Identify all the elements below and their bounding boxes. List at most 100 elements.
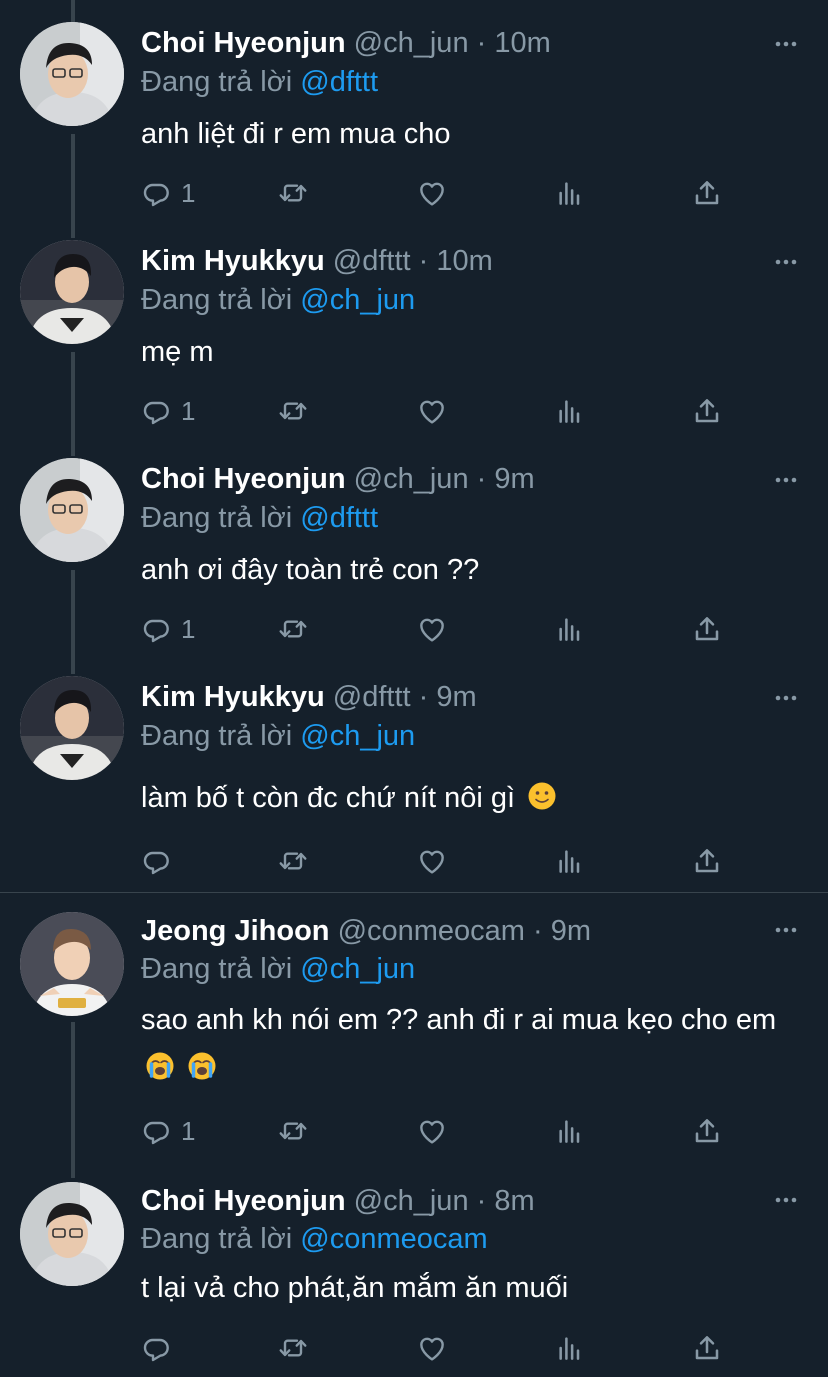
tweet[interactable]: Jeong Jihoon @conmeocam · 9m Đang trả lờ… <box>0 906 828 1164</box>
replying-to-label: Đang trả lời <box>141 502 301 534</box>
tweet[interactable]: Kim Hyukkyu @dfttt · 9m Đang trả lời @ch… <box>0 654 828 892</box>
display-name[interactable]: Choi Hyeonjun <box>141 27 346 59</box>
replying-to-label: Đang trả lời <box>141 1223 301 1255</box>
mention-link[interactable]: @ch_jun <box>300 953 415 985</box>
timestamp[interactable]: 9m <box>551 915 591 947</box>
share-button[interactable] <box>691 841 723 881</box>
like-button[interactable] <box>416 1328 448 1368</box>
reply-count: 1 <box>181 613 196 644</box>
share-button[interactable] <box>691 609 723 649</box>
analytics-button[interactable] <box>554 173 586 213</box>
handle[interactable]: @ch_jun <box>354 463 469 495</box>
tweet[interactable]: Choi Hyeonjun @ch_jun · 9m Đang trả lời … <box>0 436 828 654</box>
replying-to: Đang trả lời @ch_jun <box>141 949 415 989</box>
share-button[interactable] <box>691 173 723 213</box>
tweet-text: sao anh kh nói em ?? anh đi r ai mua kẹo… <box>141 996 811 1092</box>
replying-to: Đang trả lời @dfttt <box>141 498 378 538</box>
tweet-header: Choi Hyeonjun @ch_jun · 10m <box>141 23 551 63</box>
more-options-icon[interactable] <box>774 258 798 266</box>
more-options-icon[interactable] <box>774 694 798 702</box>
reply-icon <box>141 1115 173 1147</box>
reply-button[interactable] <box>141 841 173 881</box>
share-icon <box>691 845 723 877</box>
replying-to-label: Đang trả lời <box>141 720 301 752</box>
retweet-button[interactable] <box>277 173 309 213</box>
retweet-icon <box>277 845 309 877</box>
slightly-smiling-face-icon <box>527 781 557 811</box>
share-icon <box>691 613 723 645</box>
tweet-text: mẹ m <box>141 336 214 368</box>
more-options-icon[interactable] <box>774 1196 798 1204</box>
handle[interactable]: @ch_jun <box>354 1185 469 1217</box>
retweet-button[interactable] <box>277 1111 309 1151</box>
tweet[interactable]: Choi Hyeonjun @ch_jun · 10m Đang trả lời… <box>0 0 828 218</box>
handle[interactable]: @ch_jun <box>354 27 469 59</box>
retweet-button[interactable] <box>277 841 309 881</box>
timestamp[interactable]: 10m <box>436 245 492 277</box>
tweet[interactable]: Kim Hyukkyu @dfttt · 10m Đang trả lời @c… <box>0 218 828 436</box>
share-button[interactable] <box>691 391 723 431</box>
like-button[interactable] <box>416 173 448 213</box>
separator: · <box>524 915 551 947</box>
timestamp[interactable]: 8m <box>494 1185 534 1217</box>
analytics-icon <box>554 1332 586 1364</box>
timestamp[interactable]: 9m <box>494 463 534 495</box>
display-name[interactable]: Jeong Jihoon <box>141 915 330 947</box>
handle[interactable]: @conmeocam <box>338 915 525 947</box>
display-name[interactable]: Kim Hyukkyu <box>141 245 325 277</box>
analytics-icon <box>554 395 586 427</box>
avatar[interactable] <box>20 458 124 562</box>
share-button[interactable] <box>691 1111 723 1151</box>
handle[interactable]: @dfttt <box>333 681 411 713</box>
timestamp[interactable]: 10m <box>494 27 550 59</box>
like-icon <box>416 845 448 877</box>
loudly-crying-face-icon <box>145 1051 175 1081</box>
mention-link[interactable]: @conmeocam <box>300 1223 487 1255</box>
action-bar: 1 <box>141 609 741 649</box>
like-button[interactable] <box>416 841 448 881</box>
replying-to: Đang trả lời @ch_jun <box>141 716 415 756</box>
avatar[interactable] <box>20 22 124 126</box>
analytics-button[interactable] <box>554 1111 586 1151</box>
avatar[interactable] <box>20 676 124 780</box>
avatar[interactable] <box>20 240 124 344</box>
like-button[interactable] <box>416 1111 448 1151</box>
tweet-text-content: làm bố t còn đc chứ nít nôi gì <box>141 782 516 814</box>
reply-button[interactable]: 1 <box>141 173 195 213</box>
reply-icon <box>141 613 173 645</box>
reply-button[interactable]: 1 <box>141 1111 195 1151</box>
more-options-icon[interactable] <box>774 40 798 48</box>
mention-link[interactable]: @ch_jun <box>300 720 415 752</box>
display-name[interactable]: Choi Hyeonjun <box>141 1185 346 1217</box>
divider <box>0 892 828 893</box>
reply-button[interactable]: 1 <box>141 391 195 431</box>
like-button[interactable] <box>416 391 448 431</box>
analytics-button[interactable] <box>554 841 586 881</box>
mention-link[interactable]: @dfttt <box>300 66 378 98</box>
mention-link[interactable]: @ch_jun <box>300 284 415 316</box>
retweet-button[interactable] <box>277 609 309 649</box>
timestamp[interactable]: 9m <box>436 681 476 713</box>
handle[interactable]: @dfttt <box>333 245 411 277</box>
avatar[interactable] <box>20 1182 124 1286</box>
analytics-button[interactable] <box>554 1328 586 1368</box>
analytics-icon <box>554 1115 586 1147</box>
display-name[interactable]: Choi Hyeonjun <box>141 463 346 495</box>
replying-to-label: Đang trả lời <box>141 284 301 316</box>
mention-link[interactable]: @dfttt <box>300 502 378 534</box>
avatar[interactable] <box>20 912 124 1016</box>
reply-button[interactable] <box>141 1328 173 1368</box>
reply-button[interactable]: 1 <box>141 609 195 649</box>
more-options-icon[interactable] <box>774 476 798 484</box>
analytics-button[interactable] <box>554 391 586 431</box>
analytics-icon <box>554 845 586 877</box>
tweet[interactable]: Choi Hyeonjun @ch_jun · 8m Đang trả lời … <box>0 1156 828 1377</box>
like-button[interactable] <box>416 609 448 649</box>
analytics-button[interactable] <box>554 609 586 649</box>
more-options-icon[interactable] <box>774 926 798 934</box>
share-button[interactable] <box>691 1328 723 1368</box>
retweet-button[interactable] <box>277 391 309 431</box>
retweet-button[interactable] <box>277 1328 309 1368</box>
display-name[interactable]: Kim Hyukkyu <box>141 681 325 713</box>
replying-to: Đang trả lời @conmeocam <box>141 1219 488 1259</box>
